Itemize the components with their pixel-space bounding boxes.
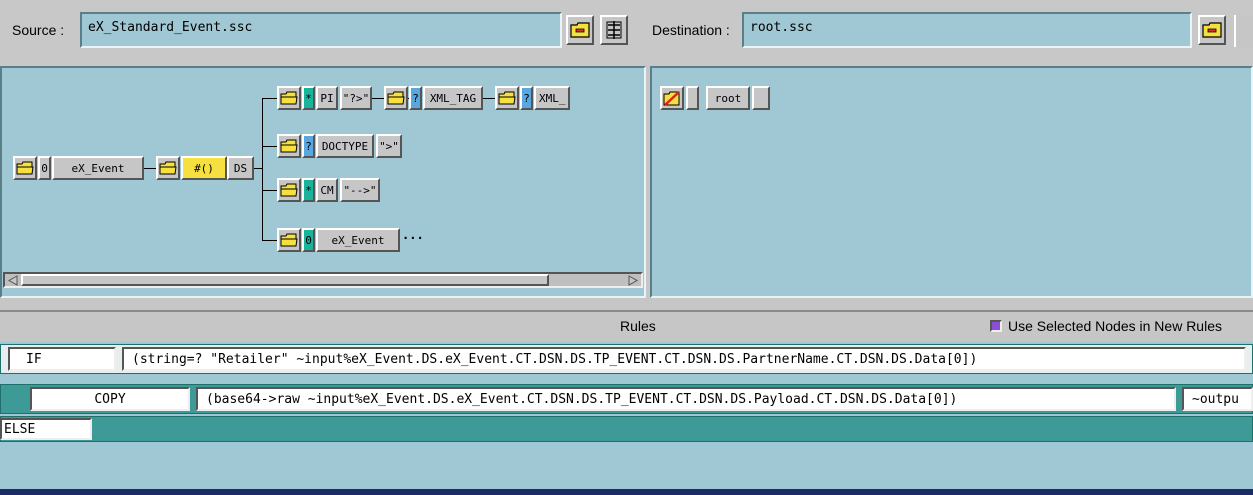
collapsed-children-ellipsis: ··· [402,231,424,245]
rule-row-else[interactable] [0,416,1253,442]
tree-node-folder-button[interactable] [495,86,519,110]
folder-icon [159,161,177,175]
rule-keyword-copy[interactable]: COPY [30,387,190,411]
toolbar-overflow-edge [1234,15,1253,47]
connector [262,98,277,99]
destination-file-field[interactable]: root.ssc [742,12,1192,48]
folder-icon [387,91,405,105]
open-folder-icon [1202,22,1222,38]
folder-icon [280,139,298,153]
tree-node-folder-button[interactable] [384,86,408,110]
folder-icon [280,233,298,247]
folder-icon [16,161,34,175]
tree-node-folder-button[interactable] [277,86,301,110]
rule-keyword-if[interactable]: IF [8,347,116,371]
source-file-field[interactable]: eX_Standard_Event.ssc [80,12,562,48]
connector [254,168,262,169]
node-type-badge[interactable]: #() [181,156,227,180]
tree-node-doctype-close[interactable]: ">" [376,134,402,158]
connector [144,168,156,169]
connector [483,98,495,99]
tree-node-folder-button-disabled[interactable] [660,86,684,110]
tree-node-eX_Event[interactable]: eX_Event [52,156,144,180]
tree-node-folder-button[interactable] [277,228,301,252]
tree-node-DOCTYPE[interactable]: DOCTYPE [316,134,374,158]
scroll-right-arrow[interactable] [627,275,639,286]
scroll-left-arrow[interactable] [7,275,19,286]
folder-no-entry-icon [663,91,680,106]
tree-node-CM[interactable]: CM [316,178,338,202]
node-type-empty[interactable] [752,86,770,110]
node-type-badge[interactable]: 0 [302,228,315,252]
source-layout-button[interactable] [600,15,628,45]
folder-icon [280,91,298,105]
arrow-right-icon [628,275,639,286]
folder-icon [280,183,298,197]
tree-node-folder-button[interactable] [13,156,37,180]
tree-node-folder-button[interactable] [277,134,301,158]
node-type-badge[interactable]: ? [302,134,315,158]
tree-node-folder-button[interactable] [156,156,180,180]
bottom-edge [0,489,1253,495]
node-type-badge[interactable]: ? [409,86,422,110]
rule-keyword-else[interactable]: ELSE [0,418,92,440]
source-horizontal-scrollbar[interactable] [3,272,643,288]
use-selected-nodes-label[interactable]: Use Selected Nodes in New Rules [1008,318,1222,334]
folder-icon [498,91,516,105]
tree-node-DS[interactable]: DS [227,156,254,180]
arrow-left-icon [7,275,18,286]
rule-expression-if[interactable]: (string=? "Retailer" ~input%eX_Event.DS.… [122,347,1246,371]
connector [372,98,384,99]
node-type-badge[interactable]: * [302,178,315,202]
connector [262,190,277,191]
use-selected-nodes-checkbox[interactable] [990,320,1002,332]
tree-node-XML_TAG[interactable]: XML_TAG [423,86,483,110]
rule-expression-copy-target[interactable]: ~outpu [1182,387,1253,411]
open-folder-icon [570,22,590,38]
node-type-badge[interactable]: 0 [38,156,51,180]
tree-node-PI[interactable]: PI [316,86,338,110]
node-type-badge[interactable]: ? [520,86,533,110]
open-source-button[interactable] [566,15,594,45]
node-type-badge[interactable]: * [302,86,315,110]
scroll-thumb[interactable] [21,274,549,286]
tree-layout-icon [606,21,622,39]
tree-node-pi-close[interactable]: "?>" [340,86,372,110]
source-label: Source : [12,22,65,38]
rules-title: Rules [620,318,656,334]
rule-expression-copy-source[interactable]: (base64->raw ~input%eX_Event.DS.eX_Event… [196,387,1176,411]
tree-node-comment-close[interactable]: "-->" [340,178,380,202]
tree-node-folder-button[interactable] [277,178,301,202]
tree-node-eX_Event-child[interactable]: eX_Event [316,228,400,252]
destination-label: Destination : [652,22,730,38]
connector [262,240,277,241]
connector [262,98,263,240]
node-type-badge[interactable] [686,86,699,110]
connector [262,146,277,147]
tree-node-root[interactable]: root [706,86,750,110]
open-destination-button[interactable] [1198,15,1226,45]
tree-node-XML[interactable]: XML_ [534,86,570,110]
